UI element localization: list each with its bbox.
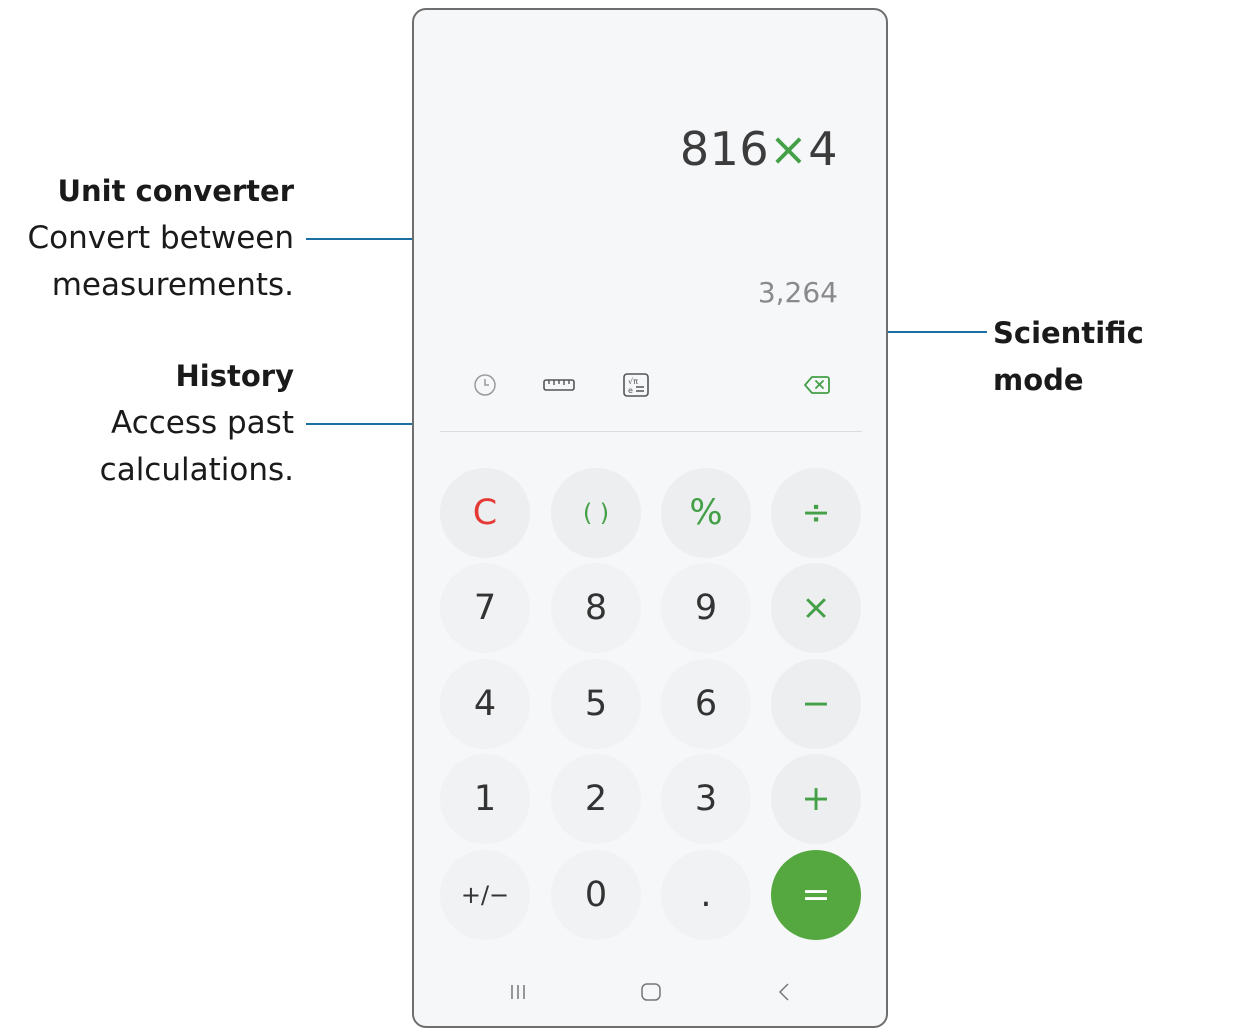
digit-1-key[interactable]: 1 bbox=[440, 754, 530, 844]
percent-key[interactable]: % bbox=[661, 468, 751, 558]
history-desc-line2: calculations. bbox=[99, 452, 294, 488]
expression-operator: × bbox=[769, 122, 809, 176]
scientific-mode-title: Scientific mode bbox=[993, 316, 1144, 397]
scientific-icon[interactable]: √π e bbox=[619, 368, 653, 402]
scientific-mode-callout: Scientific mode bbox=[993, 310, 1238, 404]
ruler-icon[interactable] bbox=[542, 368, 576, 402]
digit-2-key[interactable]: 2 bbox=[551, 754, 641, 844]
svg-text:e: e bbox=[628, 386, 633, 395]
multiply-key[interactable]: × bbox=[771, 563, 861, 653]
digit-7-key[interactable]: 7 bbox=[440, 563, 530, 653]
backspace-icon[interactable] bbox=[800, 368, 834, 402]
digit-4-key[interactable]: 4 bbox=[440, 659, 530, 749]
result-preview: 3,264 bbox=[757, 276, 838, 309]
clear-key[interactable]: C bbox=[440, 468, 530, 558]
history-title: History bbox=[175, 359, 294, 393]
history-callout: History Access past calculations. bbox=[100, 353, 294, 494]
minus-key[interactable]: − bbox=[771, 659, 861, 749]
plus-key[interactable]: + bbox=[771, 754, 861, 844]
history-icon[interactable] bbox=[468, 368, 502, 402]
parentheses-key[interactable]: ( ) bbox=[551, 468, 641, 558]
expression-operand-right: 4 bbox=[808, 122, 838, 176]
unit-converter-desc-line2: measurements. bbox=[51, 267, 294, 303]
expression-display: 816×4 bbox=[680, 122, 838, 176]
phone-frame: 816×4 3,264 √π e C ( ) % ÷ 7 8 9 × 4 5 6… bbox=[412, 8, 888, 1028]
unit-converter-callout: Unit converter Convert between measureme… bbox=[28, 168, 294, 309]
unit-converter-desc-line1: Convert between bbox=[27, 220, 294, 256]
expression-operand-left: 816 bbox=[679, 122, 770, 176]
digit-6-key[interactable]: 6 bbox=[661, 659, 751, 749]
history-desc-line1: Access past bbox=[111, 405, 294, 441]
svg-text:√π: √π bbox=[628, 377, 638, 386]
plus-minus-label: +/− bbox=[460, 881, 510, 909]
back-icon[interactable] bbox=[764, 972, 804, 1012]
plus-minus-key[interactable]: +/− bbox=[440, 850, 530, 940]
digit-8-key[interactable]: 8 bbox=[551, 563, 641, 653]
digit-3-key[interactable]: 3 bbox=[661, 754, 751, 844]
digit-9-key[interactable]: 9 bbox=[661, 563, 751, 653]
parentheses-label: ( ) bbox=[582, 499, 610, 527]
decimal-key[interactable]: . bbox=[661, 850, 751, 940]
recents-icon[interactable] bbox=[498, 972, 538, 1012]
home-icon[interactable] bbox=[631, 972, 671, 1012]
equals-key[interactable]: = bbox=[771, 850, 861, 940]
unit-converter-title: Unit converter bbox=[57, 174, 294, 208]
digit-5-key[interactable]: 5 bbox=[551, 659, 641, 749]
keypad-divider bbox=[440, 431, 862, 432]
digit-0-key[interactable]: 0 bbox=[551, 850, 641, 940]
divide-key[interactable]: ÷ bbox=[771, 468, 861, 558]
